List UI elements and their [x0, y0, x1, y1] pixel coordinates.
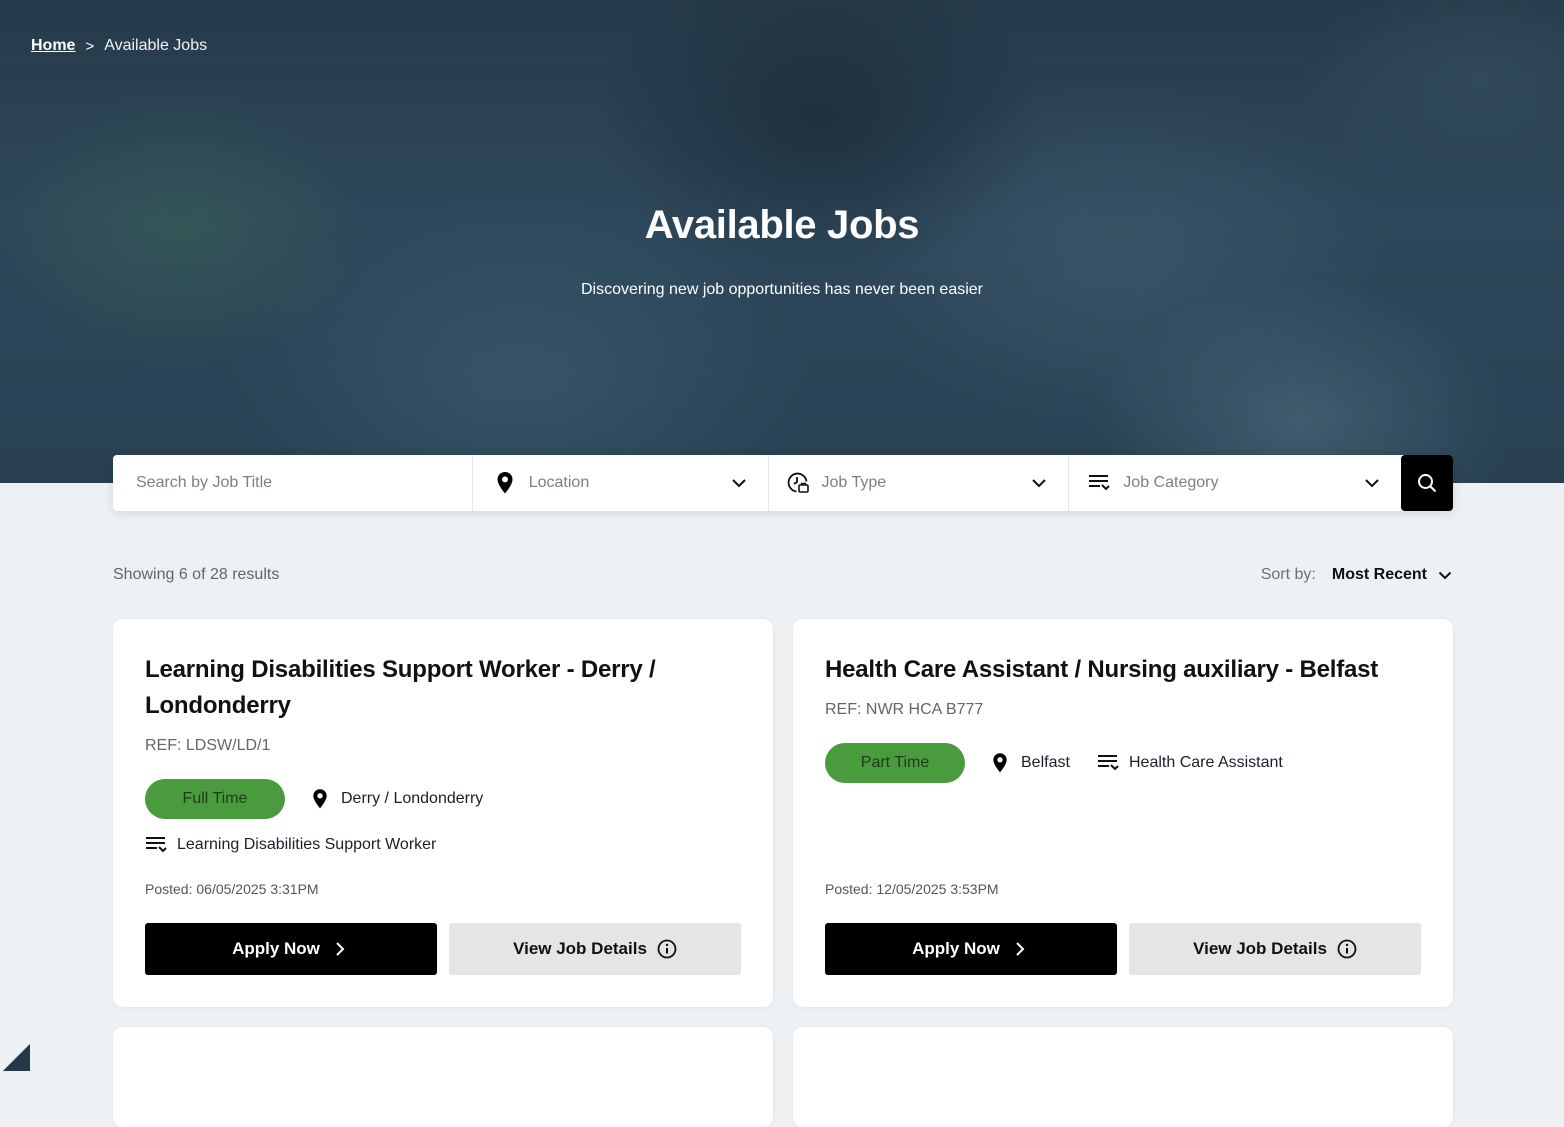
info-icon — [657, 939, 677, 959]
job-title-search-input[interactable]: Search by Job Title — [113, 455, 473, 511]
job-location: Belfast — [989, 752, 1070, 774]
chevron-down-icon — [1365, 479, 1379, 488]
job-type-badge: Part Time — [825, 743, 965, 783]
breadcrumb: Home > Available Jobs — [31, 37, 207, 55]
list-category-icon — [1087, 471, 1111, 495]
view-job-details-label: View Job Details — [513, 939, 647, 958]
job-ref: REF: NWR HCA B777 — [825, 701, 984, 718]
job-category-text: Health Care Assistant — [1129, 754, 1283, 771]
posted-date: Posted: 06/05/2025 3:31PM — [145, 881, 319, 897]
apply-now-button[interactable]: Apply Now — [145, 923, 437, 975]
sort-label: Sort by: — [1260, 566, 1316, 583]
clock-briefcase-icon — [786, 471, 810, 495]
chevron-right-icon — [1010, 939, 1030, 959]
job-card-partial — [113, 1027, 773, 1127]
page-subtitle: Discovering new job opportunities has ne… — [580, 281, 983, 298]
job-category-placeholder: Job Category — [1123, 474, 1219, 491]
job-title[interactable]: Health Care Assistant / Nursing auxiliar… — [825, 652, 1385, 688]
sort-control: Sort by: Most Recent — [1261, 566, 1453, 584]
job-category: Learning Disabilities Support Worker — [145, 834, 436, 856]
job-search-bar: Search by Job Title Location Job Type Jo… — [113, 455, 1453, 511]
apply-now-button[interactable]: Apply Now — [825, 923, 1117, 975]
page-title: Available Jobs — [644, 203, 920, 247]
location-pin-icon — [989, 752, 1011, 774]
job-category-select[interactable]: Job Category — [1069, 455, 1401, 511]
job-card: Learning Disabilities Support Worker - D… — [113, 619, 773, 1007]
view-job-details-button[interactable]: View Job Details — [449, 923, 741, 975]
job-card: Health Care Assistant / Nursing auxiliar… — [793, 619, 1453, 1007]
apply-now-label: Apply Now — [232, 939, 320, 958]
apply-now-label: Apply Now — [912, 939, 1000, 958]
list-category-icon — [145, 834, 167, 856]
job-ref: REF: LDSW/LD/1 — [145, 737, 271, 754]
job-title-placeholder: Search by Job Title — [136, 474, 273, 491]
chevron-right-icon — [330, 939, 350, 959]
sort-dropdown[interactable]: Most Recent — [1332, 566, 1453, 584]
chevron-down-icon — [731, 479, 746, 488]
job-location: Derry / Londonderry — [309, 788, 483, 810]
breadcrumb-separator: > — [85, 37, 95, 55]
search-submit-button[interactable] — [1401, 455, 1453, 511]
posted-date: Posted: 12/05/2025 3:53PM — [825, 881, 999, 897]
location-placeholder: Location — [528, 474, 590, 491]
chevron-down-icon — [1438, 571, 1452, 580]
job-type-badge: Full Time — [145, 779, 285, 819]
view-job-details-label: View Job Details — [1193, 939, 1327, 958]
search-icon — [1418, 474, 1437, 493]
page-corner-shadow — [0, 1040, 30, 1071]
job-category: Health Care Assistant — [1097, 752, 1283, 774]
location-select[interactable]: Location — [473, 455, 769, 511]
sort-value: Most Recent — [1331, 566, 1427, 583]
breadcrumb-home-link[interactable]: Home — [31, 37, 75, 55]
breadcrumb-current: Available Jobs — [104, 37, 208, 54]
results-count: Showing 6 of 28 results — [113, 566, 280, 583]
job-location-text: Derry / Londonderry — [341, 790, 484, 807]
chevron-down-icon — [1032, 479, 1047, 488]
job-type-select[interactable]: Job Type — [769, 455, 1070, 511]
job-location-text: Belfast — [1021, 754, 1070, 771]
info-icon — [1337, 939, 1357, 959]
job-card-partial — [793, 1027, 1453, 1127]
job-type-placeholder: Job Type — [821, 474, 887, 491]
location-pin-icon — [309, 788, 331, 810]
list-category-icon — [1097, 752, 1119, 774]
location-pin-icon — [493, 471, 517, 495]
job-title[interactable]: Learning Disabilities Support Worker - D… — [145, 652, 705, 724]
job-category-text: Learning Disabilities Support Worker — [177, 836, 437, 853]
view-job-details-button[interactable]: View Job Details — [1129, 923, 1421, 975]
hero-banner: Home > Available Jobs Available Jobs Dis… — [0, 0, 1564, 483]
